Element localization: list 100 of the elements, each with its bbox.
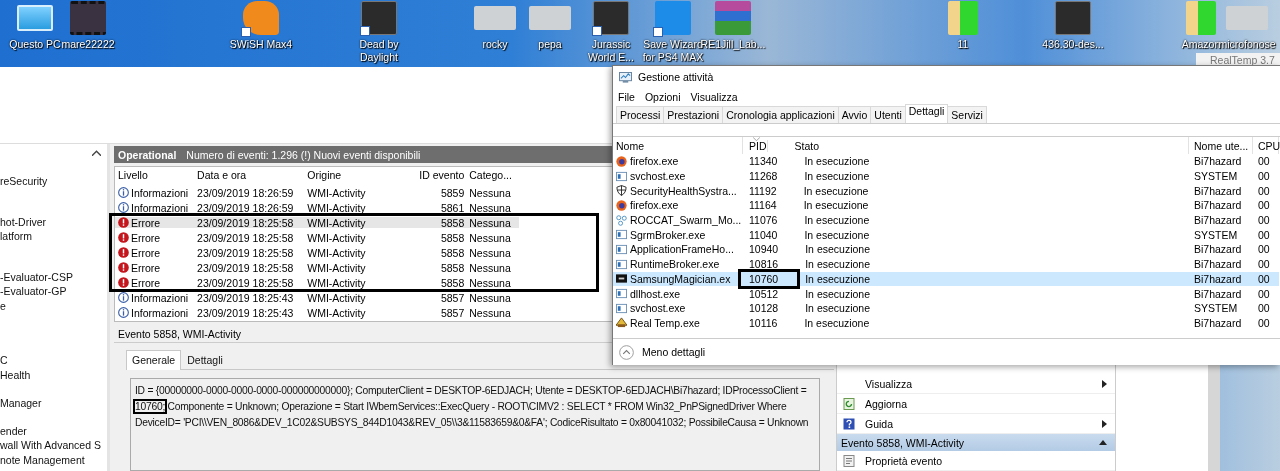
date-cell-text: 23/09/2019 18:25:43 <box>196 306 295 319</box>
tab[interactable]: Prestazioni <box>663 106 724 123</box>
user-cell-text: Bi7hazard <box>1193 198 1243 213</box>
tree-item[interactable]: ender <box>0 423 107 438</box>
event-row[interactable]: Errore 23/09/2019 18:25:58 WMI-Activity 5858 Nessuna <box>115 247 519 258</box>
pid-cell-text: 10128 <box>748 302 779 315</box>
scroll-up-icon[interactable] <box>92 150 101 156</box>
tab[interactable]: Processi <box>616 106 665 123</box>
column-header[interactable]: ID evento <box>413 169 465 181</box>
app-icon[interactable] <box>593 1 629 35</box>
desktop-icon-label[interactable]: rocky <box>482 38 508 51</box>
tab[interactable]: Avvio <box>837 106 872 123</box>
process-row[interactable]: dllhost.exe 10512 In esecuzione Bi7hazard 00 <box>613 286 1279 301</box>
info-icon <box>118 187 129 198</box>
event-row[interactable]: Informazioni 23/09/2019 18:26:59 WMI-Activity 5861 Nessuna <box>115 202 519 213</box>
process-row[interactable]: firefox.exe 11164 In esecuzione Bi7hazard 00 <box>613 198 1279 213</box>
pid-cell-text: 10940 <box>748 243 779 256</box>
user-cell-text: SYSTEM <box>1193 169 1239 184</box>
fewer-details-button[interactable]: Meno dettagli <box>613 344 712 360</box>
date-cell-text: 23/09/2019 18:25:58 <box>196 246 295 259</box>
actions-section-header[interactable]: Evento 5858, WMI-Activity <box>837 434 1115 451</box>
pid-cell-text: 11192 <box>748 184 777 197</box>
event-row[interactable]: Errore 23/09/2019 18:25:58 WMI-Activity 5858 Nessuna <box>115 217 519 228</box>
column-header[interactable]: Stato <box>789 137 1189 154</box>
desktop-icon-label[interactable]: Questo PC <box>9 38 61 51</box>
folder-icon[interactable] <box>1186 1 1216 35</box>
tree-item[interactable]: hot-Driver <box>0 214 107 229</box>
column-header[interactable]: Nome <box>613 137 743 154</box>
process-row[interactable]: firefox.exe 11340 In esecuzione Bi7hazard 00 <box>613 154 1279 169</box>
column-header[interactable]: PID <box>743 139 768 152</box>
event-count: Numero di eventi: 1.296 (!) Nuovi eventi disponibili <box>186 148 421 161</box>
action-item[interactable]: Visualizza <box>837 374 1115 394</box>
tree-item[interactable]: Manager <box>0 396 107 411</box>
event-id-cell-text: 5858 <box>439 276 465 289</box>
tab[interactable]: Cronologia applicazioni <box>722 106 839 123</box>
cpu-cell-text: 00 <box>1257 271 1271 287</box>
status-cell-text: In esecuzione <box>803 154 871 169</box>
desktop-icon-label[interactable]: mare22222 <box>61 38 115 51</box>
photo-thumbnail[interactable] <box>474 6 516 30</box>
column-header[interactable]: Origine <box>304 169 414 181</box>
desktop-icon-label[interactable]: SWiSH Max4 <box>229 38 293 51</box>
tree-item[interactable]: -Evaluator-GP <box>0 284 107 299</box>
action-item[interactable]: Proprietà evento <box>837 451 1115 471</box>
cluster-icon <box>616 214 627 226</box>
process-row[interactable]: SecurityHealthSystra... 11192 In esecuzione Bi7hazard 00 <box>613 183 1279 199</box>
tree-item[interactable]: note Management <box>0 452 107 467</box>
tree-item[interactable]: C <box>0 353 107 368</box>
action-item[interactable]: Aggiorna <box>837 394 1115 414</box>
process-row[interactable]: ApplicationFrameHo... 10940 In esecuzione Bi7hazard 00 <box>613 242 1279 257</box>
menu-item[interactable]: Visualizza <box>690 90 738 103</box>
process-row[interactable]: SamsungMagician.ex 10760 In esecuzione Bi7hazard 00 <box>613 271 1279 287</box>
archive-icon[interactable] <box>715 1 751 35</box>
tree-item[interactable]: Health <box>0 367 107 382</box>
tab[interactable]: Utenti <box>870 106 906 123</box>
event-row[interactable]: Informazioni 23/09/2019 18:25:43 WMI-Activity 5857 Nessuna <box>115 292 519 303</box>
tree-item[interactable]: wall With Advanced S <box>0 438 107 453</box>
process-name: firefox.exe <box>630 155 679 168</box>
process-row[interactable]: RuntimeBroker.exe 10816 In esecuzione Bi7hazard 00 <box>613 256 1279 272</box>
info-icon <box>118 292 129 303</box>
folder-icon[interactable] <box>948 1 978 35</box>
tab[interactable]: Generale <box>126 350 182 370</box>
event-row[interactable]: Errore 23/09/2019 18:25:58 WMI-Activity 5858 Nessuna <box>115 277 519 288</box>
event-id-cell-text: 5857 <box>439 306 465 319</box>
app-icon[interactable] <box>361 1 397 35</box>
desktop-icon-label[interactable]: Dead by Daylight <box>346 38 412 64</box>
column-header[interactable]: Catego... <box>464 169 519 181</box>
photo-thumbnail[interactable] <box>1226 6 1268 30</box>
date-cell-text: 23/09/2019 18:26:59 <box>196 201 295 214</box>
event-row[interactable]: Informazioni 23/09/2019 18:26:59 WMI-Activity 5859 Nessuna <box>115 187 519 198</box>
tab[interactable]: Dettagli <box>181 350 229 369</box>
date-cell-text: 23/09/2019 18:25:58 <box>196 231 295 244</box>
tree-item[interactable]: e <box>0 298 107 313</box>
event-row[interactable]: Errore 23/09/2019 18:25:58 WMI-Activity 5858 Nessuna <box>115 262 519 273</box>
photo-thumbnail[interactable] <box>529 6 571 30</box>
status-cell-text: In esecuzione <box>804 242 871 257</box>
installer-icon[interactable] <box>1055 1 1091 35</box>
menu-item[interactable]: Opzioni <box>644 90 681 103</box>
date-cell-text: 23/09/2019 18:25:58 <box>196 276 295 289</box>
properties-icon <box>843 454 855 467</box>
process-row[interactable]: ROCCAT_Swarm_Mo... 11076 In esecuzione Bi7hazard 00 <box>613 212 1279 228</box>
video-file-icon[interactable] <box>70 1 106 35</box>
column-header[interactable]: Livello <box>115 169 192 181</box>
log-name: Operational <box>118 148 177 161</box>
cpu-cell-text: 00 <box>1257 198 1271 213</box>
desktop-icon-label[interactable]: pepa <box>538 38 562 51</box>
tree-item[interactable]: -Evaluator-CSP <box>0 269 107 284</box>
event-row[interactable]: Errore 23/09/2019 18:25:58 WMI-Activity 5858 Nessuna <box>115 232 519 243</box>
event-row[interactable]: Informazioni 23/09/2019 18:25:43 WMI-Activity 5857 Nessuna <box>115 307 519 318</box>
process-row[interactable]: svchost.exe 11268 In esecuzione SYSTEM 00 <box>613 168 1279 184</box>
column-header[interactable]: CPU <box>1253 137 1279 154</box>
column-header[interactable]: Data e ora <box>191 169 305 181</box>
date-cell-text: 23/09/2019 18:25:58 <box>196 216 295 229</box>
tree-item[interactable]: latform <box>0 229 107 244</box>
column-header[interactable]: Nome ute... <box>1189 137 1253 154</box>
process-row[interactable]: svchost.exe 10128 In esecuzione SYSTEM 00 <box>613 300 1279 316</box>
tab[interactable]: Servizi <box>947 106 987 123</box>
menu-item[interactable]: File <box>618 90 635 103</box>
monitor-icon[interactable] <box>17 5 53 31</box>
tree-item[interactable]: reSecurity <box>0 174 107 189</box>
process-row[interactable]: SgrmBroker.exe 11040 In esecuzione SYSTEM 00 <box>613 227 1279 243</box>
